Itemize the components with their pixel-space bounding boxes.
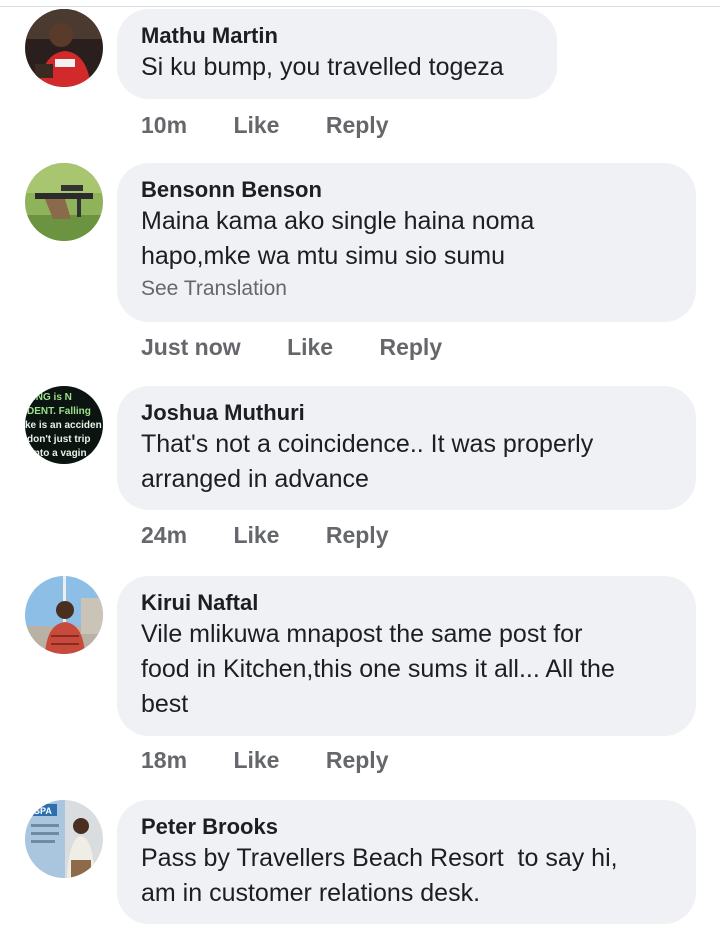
avatar-text-line: ke is an acciden (25, 420, 102, 431)
avatar[interactable]: GPA (25, 800, 103, 878)
comment-bubble: Kirui Naftal Vile mlikuwa mnapost the sa… (117, 576, 696, 736)
comment-text: That's not a coincidence.. It was proper… (141, 430, 594, 493)
like-button[interactable]: Like (233, 522, 279, 549)
reply-button[interactable]: Reply (326, 522, 389, 549)
reply-button[interactable]: Reply (326, 747, 389, 774)
comment-actions: 18m Like Reply (141, 747, 389, 774)
like-button[interactable]: Like (233, 747, 279, 774)
see-translation-link[interactable]: See Translation (141, 274, 672, 304)
comment-text: Pass by Travellers Beach Resort to say h… (141, 844, 618, 907)
comment-bubble: Joshua Muthuri That's not a coincidence.… (117, 386, 696, 510)
comment-author[interactable]: Bensonn Benson (141, 176, 672, 204)
comment-bubble: Bensonn Benson Maina kama ako single hai… (117, 163, 696, 322)
avatar-text-line: don't just trip (27, 434, 90, 445)
avatar-text-line: into a vagin (31, 448, 87, 459)
comment-author[interactable]: Kirui Naftal (141, 589, 672, 617)
avatar[interactable] (25, 576, 103, 654)
comment-timestamp[interactable]: 18m (141, 747, 187, 774)
comment-actions: 10m Like Reply (141, 112, 389, 139)
comment-timestamp[interactable]: Just now (141, 334, 241, 361)
comment-author[interactable]: Peter Brooks (141, 813, 672, 841)
comment-timestamp[interactable]: 24m (141, 522, 187, 549)
top-divider (0, 6, 720, 7)
comment-author[interactable]: Mathu Martin (141, 22, 533, 50)
avatar-text-line: ING is N (33, 392, 72, 403)
comment-actions: Just now Like Reply (141, 334, 442, 361)
avatar-photo-peter: GPA (25, 800, 103, 878)
comment-bubble: Mathu Martin Si ku bump, you travelled t… (117, 9, 557, 99)
avatar-sign-text: GPA (33, 806, 52, 816)
avatar[interactable] (25, 163, 103, 241)
comment-timestamp[interactable]: 10m (141, 112, 187, 139)
avatar-photo-benson (25, 163, 103, 241)
comment-bubble: Peter Brooks Pass by Travellers Beach Re… (117, 800, 696, 924)
like-button[interactable]: Like (287, 334, 333, 361)
avatar-text-image-joshua: ING is N DENT. Falling ke is an acciden … (25, 386, 103, 464)
reply-button[interactable]: Reply (326, 112, 389, 139)
avatar-text-line: DENT. Falling (27, 406, 91, 417)
avatar-photo-kirui (25, 576, 103, 654)
comment-text: Si ku bump, you travelled togeza (141, 53, 504, 81)
comment-text: Maina kama ako single haina noma hapo,mk… (141, 207, 535, 270)
avatar[interactable] (25, 9, 103, 87)
avatar-photo-mathu (25, 9, 103, 87)
like-button[interactable]: Like (233, 112, 279, 139)
comment-text: Vile mlikuwa mnapost the same post for f… (141, 620, 615, 718)
reply-button[interactable]: Reply (379, 334, 442, 361)
avatar[interactable]: ING is N DENT. Falling ke is an acciden … (25, 386, 103, 464)
comment-author[interactable]: Joshua Muthuri (141, 399, 672, 427)
comment-actions: 24m Like Reply (141, 522, 389, 549)
